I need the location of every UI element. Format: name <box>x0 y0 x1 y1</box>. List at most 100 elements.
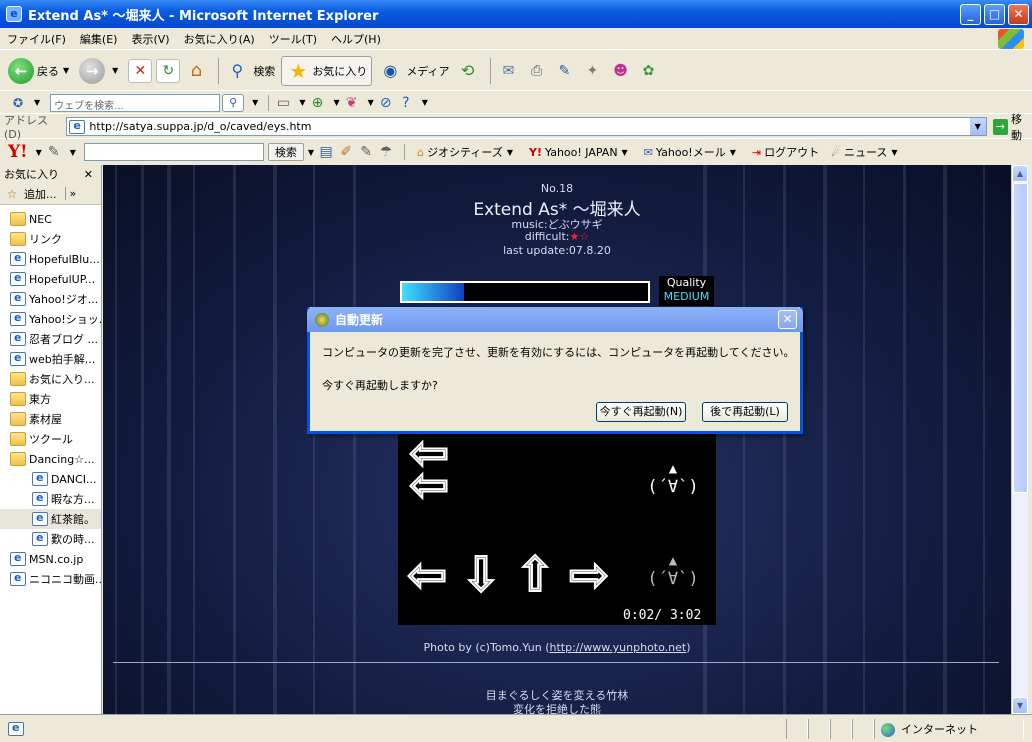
dropdown-arrow-icon[interactable]: ▼ <box>333 98 339 107</box>
messenger-icon[interactable]: ☻ <box>609 59 633 83</box>
dropdown-arrow-icon[interactable]: ▼ <box>308 148 314 157</box>
yahoo-logo[interactable]: Y! <box>8 142 28 162</box>
help-icon[interactable]: ? <box>398 95 414 111</box>
page-icon <box>10 551 26 566</box>
search-go-icon[interactable]: ⚲ <box>222 93 245 112</box>
favorites-item[interactable]: お気に入り... <box>0 369 101 389</box>
favorites-item[interactable]: ツクール <box>0 429 101 449</box>
favorites-item[interactable]: リンク <box>0 229 101 249</box>
edit-icon[interactable]: ✎ <box>553 59 577 83</box>
bookmark-icon[interactable]: ✐ <box>338 144 354 160</box>
highlight-icon[interactable]: ▤ <box>318 144 334 160</box>
add-favorite-button[interactable]: 追加... <box>24 186 57 202</box>
dropdown-arrow-icon[interactable]: ▼ <box>422 98 428 107</box>
antispy-icon[interactable]: ☂ <box>378 144 394 160</box>
favorites-item[interactable]: 東方 <box>0 389 101 409</box>
restart-later-button[interactable]: 後で再起動(L) <box>702 402 788 422</box>
home-icon[interactable]: ⌂ <box>184 59 208 83</box>
scroll-thumb[interactable] <box>1013 183 1028 493</box>
photo-credit-link[interactable]: http://www.yunphoto.net <box>550 641 687 654</box>
quality-indicator[interactable]: Quality MEDIUM <box>659 276 714 306</box>
menu-file[interactable]: ファイル(F) <box>0 31 73 47</box>
favorites-item[interactable]: 忍者ブログ ... <box>0 329 101 349</box>
dialog-question: 今すぐ再起動しますか? <box>322 379 438 392</box>
menu-help[interactable]: ヘルプ(H) <box>324 31 388 47</box>
yahoo-search-button[interactable]: 検索 <box>267 143 304 161</box>
favorites-item[interactable]: 暇な方... <box>0 489 101 509</box>
pencil-icon[interactable]: ✎ <box>46 144 62 160</box>
dropdown-arrow-icon[interactable]: ▼ <box>252 98 258 107</box>
favorites-item[interactable]: Dancing☆... <box>0 449 101 469</box>
dropdown-arrow-icon[interactable]: ▼ <box>730 148 736 157</box>
address-dropdown-icon[interactable]: ▼ <box>969 118 986 135</box>
dropdown-arrow-icon[interactable]: ▼ <box>36 148 42 157</box>
favorites-item[interactable]: ニコニコ動画... <box>0 569 101 589</box>
menu-tools[interactable]: ツール(T) <box>262 31 324 47</box>
favorites-item[interactable]: Yahoo!ショッ... <box>0 309 101 329</box>
favorites-item[interactable]: 歎の時... <box>0 529 101 549</box>
go-button[interactable]: 移動 <box>1011 111 1032 143</box>
yahoo-search-input[interactable] <box>83 143 264 161</box>
forward-button[interactable]: → ▼ <box>79 57 122 84</box>
dialog-close-button[interactable]: ✕ <box>778 310 797 329</box>
dropdown-arrow-icon[interactable]: ▼ <box>70 148 76 157</box>
vertical-scrollbar[interactable]: ▲ ▼ <box>1011 165 1028 714</box>
discuss-icon[interactable]: ✦ <box>581 59 605 83</box>
dropdown-arrow-icon[interactable]: ▼ <box>112 66 118 75</box>
maximize-button[interactable]: □ <box>984 4 1005 25</box>
geocities-button[interactable]: ⌂ ジオシティーズ ▼ <box>411 144 523 160</box>
msn-icon[interactable]: ✿ <box>637 59 661 83</box>
page-icon <box>32 491 48 506</box>
favorites-item[interactable]: 素材屋 <box>0 409 101 429</box>
favorites-item[interactable]: Yahoo!ジオ... <box>0 289 101 309</box>
yahoo-japan-button[interactable]: Y! Yahoo! JAPAN ▼ <box>523 146 638 159</box>
add-icon[interactable]: ⊕ <box>309 95 325 111</box>
receptor-left-arrow-icon: ⇦ <box>406 547 448 603</box>
mail-icon[interactable]: ✉ <box>497 59 521 83</box>
web-search-input[interactable]: ウェブを検索... <box>50 93 221 112</box>
history-icon[interactable]: ⟲ <box>456 59 480 83</box>
highlight-icon[interactable]: ▭ <box>275 95 291 111</box>
favorites-item[interactable]: MSN.co.jp <box>0 549 101 569</box>
butterfly-icon[interactable]: ❦ <box>344 95 360 111</box>
favorites-item[interactable]: 紅茶館。 <box>0 509 101 529</box>
more-icon[interactable]: » <box>64 187 76 200</box>
yahoo-mail-button[interactable]: ✉ Yahoo!メール ▼ <box>638 144 746 160</box>
dropdown-arrow-icon[interactable]: ▼ <box>622 148 628 157</box>
pen-icon[interactable]: ✎ <box>358 144 374 160</box>
favorites-item[interactable]: HopefulUP... <box>0 269 101 289</box>
logout-button[interactable]: ⇥ ログアウト <box>746 144 825 160</box>
stop-icon[interactable]: ✕ <box>128 58 153 83</box>
close-button[interactable]: ✕ <box>1008 4 1029 25</box>
dropdown-arrow-icon[interactable]: ▼ <box>507 148 513 157</box>
news-button[interactable]: ☄ ニュース ▼ <box>825 144 907 160</box>
dropdown-arrow-icon[interactable]: ▼ <box>34 98 40 107</box>
print-icon[interactable]: ⎙ <box>525 59 549 83</box>
favorites-item[interactable]: HopefulBlu... <box>0 249 101 269</box>
scroll-up-icon[interactable]: ▲ <box>1012 165 1028 182</box>
dialog-title-bar[interactable]: 自動更新 <box>307 307 803 332</box>
menu-favorites[interactable]: お気に入り(A) <box>177 31 262 47</box>
scroll-down-icon[interactable]: ▼ <box>1012 697 1028 714</box>
refresh-icon[interactable]: ↻ <box>156 58 181 83</box>
favorites-button[interactable]: ★ お気に入り <box>281 55 373 86</box>
title-bar[interactable]: e Extend As* 〜堀来人 - Microsoft Internet E… <box>0 0 1032 28</box>
favorites-item[interactable]: web拍手解... <box>0 349 101 369</box>
menu-edit[interactable]: 編集(E) <box>73 31 125 47</box>
popup-blocker-icon[interactable]: ⊘ <box>378 95 394 111</box>
go-arrow-icon[interactable]: → <box>992 118 1008 135</box>
address-input[interactable]: http://satya.suppa.jp/d_o/caved/eys.htm … <box>66 117 987 136</box>
dropdown-arrow-icon[interactable]: ▼ <box>368 98 374 107</box>
menu-view[interactable]: 表示(V) <box>124 31 176 47</box>
search-button[interactable]: ⚲ 検索 <box>225 59 275 83</box>
dropdown-arrow-icon[interactable]: ▼ <box>891 148 897 157</box>
dropdown-arrow-icon[interactable]: ▼ <box>299 98 305 107</box>
media-button[interactable]: ◉ メディア <box>378 59 449 83</box>
favorites-close-button[interactable]: ✕ <box>84 168 93 181</box>
restart-now-button[interactable]: 今すぐ再起動(N) <box>596 402 686 422</box>
minimize-button[interactable]: _ <box>960 4 981 25</box>
favorites-item[interactable]: NEC <box>0 209 101 229</box>
dropdown-arrow-icon[interactable]: ▼ <box>63 66 69 75</box>
back-button[interactable]: ← 戻る ▼ <box>8 57 73 84</box>
favorites-item[interactable]: DANCI... <box>0 469 101 489</box>
